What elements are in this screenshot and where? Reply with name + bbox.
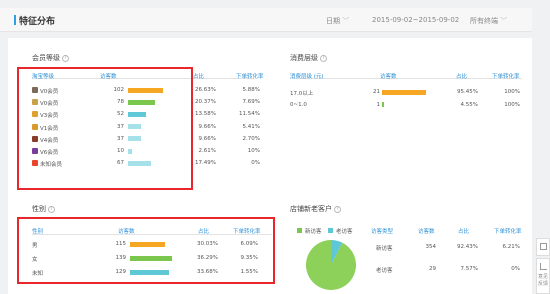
feature-distribution-header: 特征分布 日期 ﹀ 2015-09-02~2015-09-02 所有终端 ﹀ — [0, 8, 532, 32]
consumption-level: 17.0以上 — [290, 91, 314, 97]
main-panel: 会员等级? 淘宝等级 访客数 占比 下单转化率 V0会员 102 26.63% 5.88% V0… — [8, 38, 532, 294]
conversion-value: 6.21% — [502, 244, 520, 250]
legend-swatch-new — [297, 228, 302, 233]
visitor-count: 29 — [429, 266, 436, 272]
legend-swatch-old — [328, 228, 333, 233]
share-icon — [540, 263, 547, 270]
visitor-bar — [382, 102, 385, 107]
conversion-value: 5.88% — [242, 87, 260, 93]
consumption-title-text: 消费层级 — [290, 54, 318, 62]
new-old-pie-chart — [306, 240, 356, 290]
col-header-type[interactable]: 访客类型 — [371, 227, 393, 235]
col-header-visitors[interactable]: 访客数 — [380, 72, 397, 80]
conversion-value: 2.70% — [242, 135, 260, 142]
help-icon[interactable]: ? — [48, 205, 55, 213]
highlight-box-gender — [17, 217, 275, 284]
col-header-conversion[interactable]: 下单转化率 — [236, 72, 264, 80]
chevron-down-icon: ﹀ — [500, 17, 508, 25]
conversion-value: 5.41% — [242, 123, 260, 130]
gender-title-text: 性别 — [32, 205, 46, 213]
consumption-title: 消费层级? — [290, 53, 327, 63]
legend-new-visitors: 新访客 — [305, 229, 322, 235]
grid-tool-button[interactable] — [536, 238, 550, 256]
conversion-value: 11.54% — [239, 111, 260, 118]
visitor-bar — [382, 89, 426, 95]
highlight-box-member-level — [17, 67, 193, 190]
share-value: 7.57% — [460, 266, 478, 272]
visitor-type: 老访客 — [376, 268, 393, 274]
help-icon[interactable]: ? — [320, 54, 327, 62]
share-value: 92.43% — [457, 244, 478, 250]
member-level-title-text: 会员等级 — [32, 54, 60, 62]
help-icon[interactable]: ? — [62, 54, 69, 62]
help-icon[interactable]: ? — [334, 205, 341, 213]
share-value: 4.55% — [460, 101, 478, 108]
conversion-value: 7.69% — [242, 99, 260, 106]
visitor-count: 21 — [373, 89, 380, 95]
divider — [290, 78, 522, 79]
col-header-share[interactable]: 占比 — [193, 72, 204, 80]
visitor-count: 354 — [425, 244, 437, 250]
col-header-share[interactable]: 占比 — [458, 227, 469, 235]
feedback-button[interactable]: 意见 反馈 — [536, 258, 550, 294]
legend-old-visitors: 老访客 — [336, 229, 353, 235]
member-level-title: 会员等级? — [32, 53, 69, 63]
consumption-level: 0~1.0 — [290, 101, 307, 108]
conversion-value: 10% — [247, 148, 260, 154]
new-old-title-text: 店铺新老客户 — [290, 205, 332, 213]
visitor-count: 1 — [376, 101, 381, 108]
gender-title: 性别? — [32, 204, 55, 214]
new-old-customers-title: 店铺新老客户? — [290, 204, 341, 214]
conversion-value: 0% — [251, 160, 260, 167]
visitor-type: 新访客 — [376, 246, 393, 252]
title-accent — [14, 15, 16, 25]
conversion-value: 100% — [504, 101, 520, 108]
col-header-share[interactable]: 占比 — [456, 72, 467, 80]
page-title: 特征分布 — [19, 17, 56, 27]
date-selector[interactable]: 日期 ﹀ — [326, 16, 349, 26]
share-value: 95.45% — [457, 89, 478, 95]
pie-slice-new-visitors — [306, 240, 356, 290]
date-label: 日期 — [326, 17, 340, 25]
col-header-conversion[interactable]: 下单转化率 — [494, 227, 522, 235]
col-header-visitors[interactable]: 访客数 — [418, 227, 435, 235]
col-header-level[interactable]: 消费层级 (元) — [290, 72, 324, 80]
conversion-value: 0% — [511, 266, 520, 272]
feedback-label-2: 反馈 — [538, 281, 549, 287]
platform-selector[interactable]: 所有终端 ﹀ — [470, 16, 507, 26]
date-range[interactable]: 2015-09-02~2015-09-02 — [372, 16, 459, 24]
platform-label: 所有终端 — [470, 17, 498, 25]
chevron-down-icon: ﹀ — [342, 17, 350, 25]
conversion-value: 100% — [504, 89, 520, 95]
col-header-conversion[interactable]: 下单转化率 — [492, 72, 520, 80]
feedback-label-1: 意见 — [538, 274, 549, 280]
grid-icon — [540, 243, 547, 250]
